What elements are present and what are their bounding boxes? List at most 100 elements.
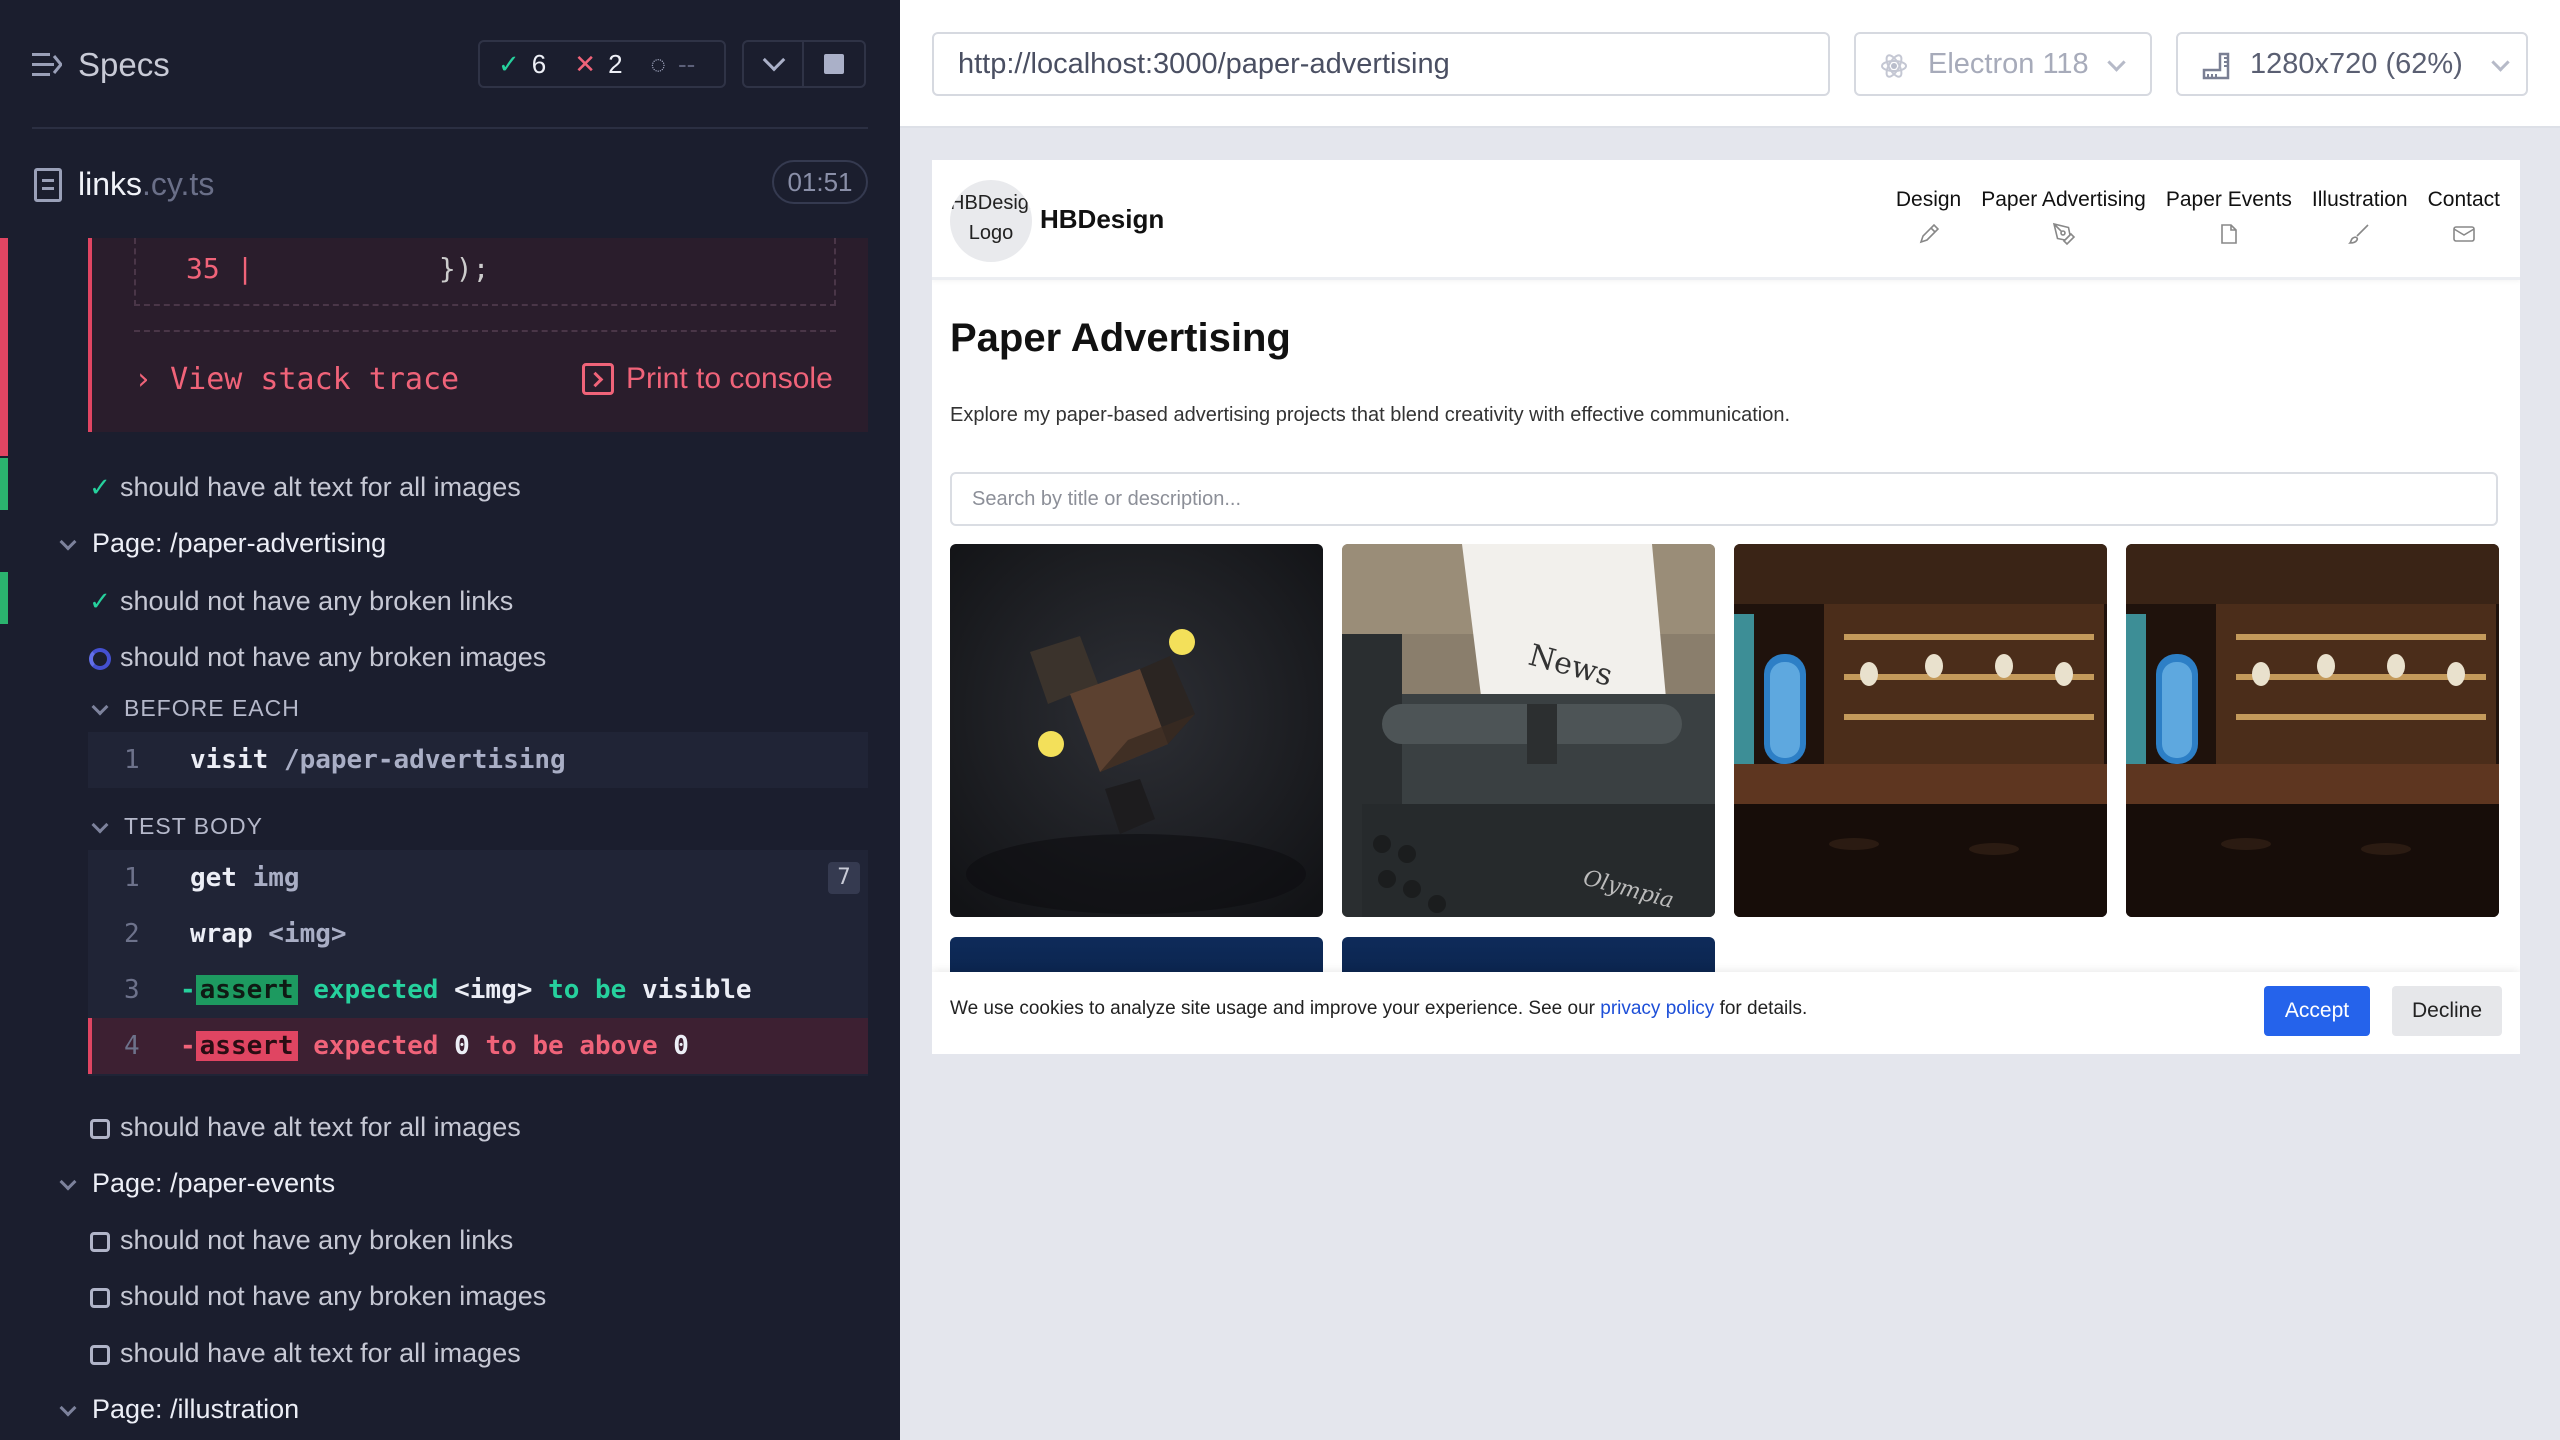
site-logo[interactable]: HBDesign Logo (950, 180, 1032, 262)
mail-icon (2453, 226, 2475, 242)
spec-file-row[interactable]: links.cy.ts (0, 150, 900, 218)
nav-label: Paper Events (2165, 188, 2292, 211)
test-title: should have alt text for all images (120, 1112, 521, 1142)
viewport-selector[interactable]: 1280x720 (62%) (2176, 32, 2528, 96)
project-card[interactable] (1734, 544, 2107, 917)
command-row[interactable]: 1 visit /paper-advertising (88, 732, 868, 788)
nav-item-paper-advertising[interactable]: Paper Advertising (1981, 188, 2146, 246)
assert-subject: 0 (454, 1031, 470, 1061)
suite-title: Page: /illustration (92, 1394, 300, 1424)
check-icon: ✓ (89, 586, 111, 616)
command-number: 4 (124, 1031, 140, 1061)
command-message: <img> (268, 919, 347, 949)
chevron-down-icon (86, 799, 114, 853)
chevron-down-icon (2107, 53, 2126, 72)
specs-menu-icon[interactable] (32, 52, 62, 78)
chevron-down-icon (54, 1382, 82, 1436)
print-to-console-button[interactable]: Print to console (582, 362, 833, 396)
nav-item-contact[interactable]: Contact (2428, 188, 2500, 246)
suite-row[interactable]: Page: /illustration (0, 1382, 900, 1436)
child-prefix: - (180, 975, 196, 1005)
pending-stat: ◌ -- (651, 49, 696, 80)
brush-icon (2347, 224, 2369, 244)
hook-title: BEFORE EACH (124, 695, 300, 721)
x-icon: ✕ (574, 48, 597, 79)
spec-file-basename: links (78, 166, 143, 202)
test-row[interactable]: ✓ should not have any broken links (0, 574, 900, 628)
accept-button[interactable]: Accept (2264, 986, 2370, 1036)
project-card[interactable] (950, 544, 1323, 917)
command-row[interactable]: 2 wrap <img> (88, 906, 868, 962)
command-row-assert-pass[interactable]: 3 - assert expected <img> to be visible (88, 962, 868, 1018)
test-row[interactable]: should not have any broken images (0, 1269, 900, 1323)
suite-row[interactable]: Page: /paper-events (0, 1156, 900, 1210)
pen-tool-icon (2052, 222, 2075, 246)
command-row-assert-fail[interactable]: 4 - assert expected 0 to be above 0 (88, 1018, 868, 1074)
aut-toolbar: http://localhost:3000/paper-advertising … (900, 0, 2560, 128)
test-row-running[interactable]: should not have any broken images (0, 630, 900, 684)
specs-title[interactable]: Specs (78, 46, 170, 84)
hook-title: TEST BODY (124, 813, 263, 839)
aut-panel: http://localhost:3000/paper-advertising … (900, 0, 2560, 1440)
nav-label: Design (1895, 188, 1962, 211)
check-icon: ✓ (498, 48, 520, 79)
chevron-right-icon: › (134, 362, 153, 397)
passed-stat: ✓ 6 (498, 49, 546, 80)
brand-name[interactable]: HBDesign (1040, 204, 1164, 235)
test-row[interactable]: should have alt text for all images (0, 1326, 900, 1380)
test-row[interactable]: should have alt text for all images (0, 1100, 900, 1154)
suite-title: Page: /paper-events (92, 1168, 336, 1198)
search-input[interactable]: Search by title or description... (950, 472, 2498, 526)
project-card[interactable] (2126, 544, 2499, 917)
check-icon: ✓ (89, 472, 111, 502)
test-row[interactable]: should not have any broken links (0, 1213, 900, 1267)
chevron-down-icon (86, 681, 114, 735)
electron-icon (1881, 54, 1907, 78)
viewport-scale: (62%) (2385, 48, 2463, 80)
pending-square-icon (86, 1269, 114, 1323)
suite-title: Page: /paper-advertising (92, 528, 387, 558)
collapse-all-button[interactable] (742, 40, 804, 88)
run-stats: ✓ 6 ✕ 2 ◌ -- (478, 40, 726, 88)
url-bar[interactable]: http://localhost:3000/paper-advertising (932, 32, 1830, 96)
nav-label: Illustration (2311, 188, 2408, 211)
app-frame: HBDesign Logo HBDesign Design Paper Adve… (932, 160, 2520, 1054)
hook-row-before-each[interactable]: BEFORE EACH (0, 681, 900, 735)
assert-word: to be (548, 975, 627, 1005)
suite-row[interactable]: Page: /paper-advertising (0, 516, 900, 570)
hook-row-test-body[interactable]: TEST BODY (0, 799, 900, 853)
nav-item-paper-events[interactable]: Paper Events (2166, 188, 2292, 246)
pending-spinner-icon: ◌ (650, 48, 666, 79)
chevron-down-icon (54, 1156, 82, 1210)
decline-button[interactable]: Decline (2392, 986, 2502, 1036)
browser-selector[interactable]: Electron 118 (1854, 32, 2152, 96)
command-number: 3 (124, 975, 140, 1005)
error-panel: 35 | }); › View stack trace Print to con… (88, 238, 868, 432)
privacy-policy-link[interactable]: privacy policy (1600, 998, 1714, 1019)
reporter-panel: Specs ✓ 6 ✕ 2 ◌ -- links.cy.ts 01:51 35 … (0, 0, 900, 1440)
assert-word: expected (313, 975, 439, 1005)
file-icon (2221, 224, 2237, 244)
command-name-text: get (190, 863, 237, 893)
code-frame-line: 35 | }); (186, 252, 489, 285)
header-divider (32, 127, 868, 129)
command-row[interactable]: 1 get img 7 (88, 850, 868, 906)
command-name-text: wrap (190, 919, 253, 949)
pending-count: -- (677, 48, 696, 79)
test-row[interactable]: ✓ should have alt text for all images (0, 460, 900, 514)
nav-label: Paper Advertising (1981, 188, 2146, 211)
page-description: Explore my paper-based advertising proje… (950, 404, 1791, 426)
command-name: - assert expected 0 to be above 0 (180, 1018, 689, 1074)
running-spinner-icon (86, 630, 114, 684)
test-title: should not have any broken images (120, 1281, 547, 1311)
nav-item-illustration[interactable]: Illustration (2312, 188, 2408, 246)
stop-button[interactable] (804, 40, 866, 88)
test-title: should not have any broken links (120, 1225, 514, 1255)
view-stack-trace-link[interactable]: › View stack trace (134, 362, 459, 397)
command-name: visit /paper-advertising (190, 732, 566, 788)
assert-badge: assert (195, 975, 298, 1005)
bar-interior-image (1734, 544, 2107, 917)
page-title: Paper Advertising (950, 316, 1291, 360)
nav-item-design[interactable]: Design (1896, 188, 1961, 246)
project-card[interactable]: News Olympia (1342, 544, 1715, 917)
